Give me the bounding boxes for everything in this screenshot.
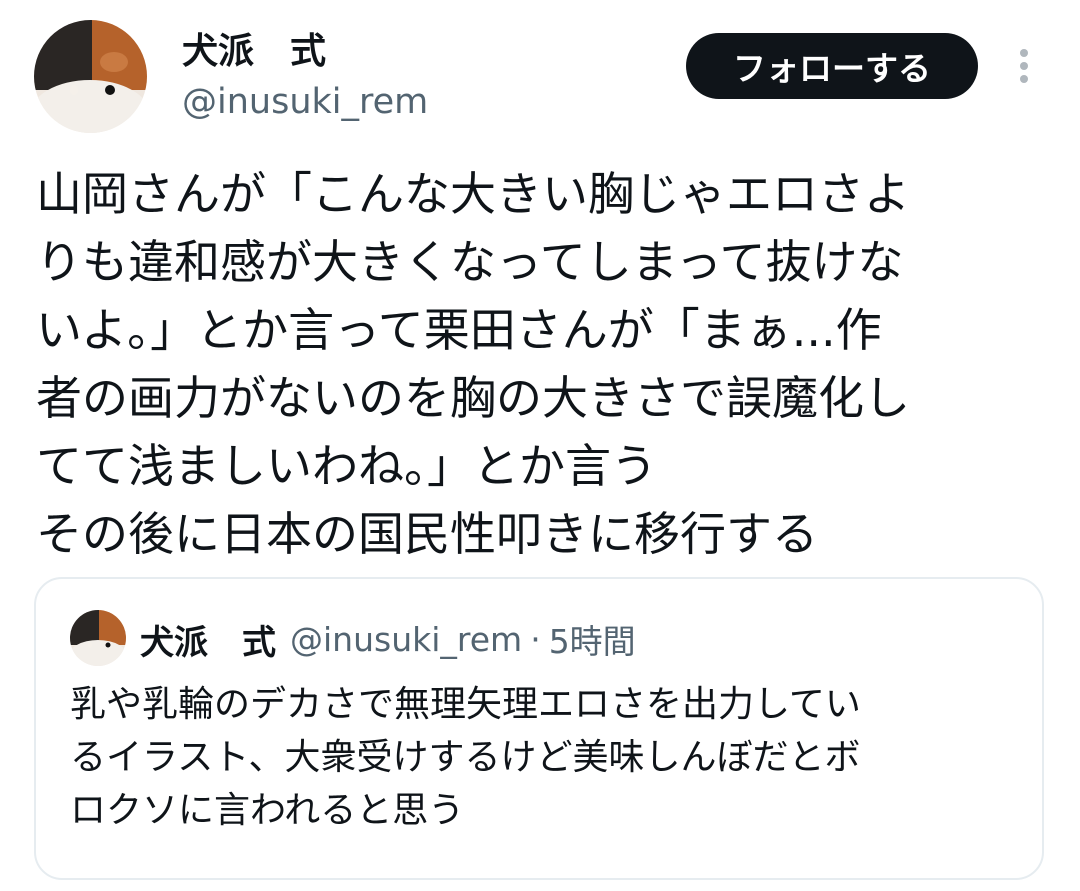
author-name[interactable]: 犬派 式: [182, 30, 326, 74]
quote-author-avatar[interactable]: [70, 610, 126, 666]
tweet-text: 山岡さんが「こんな大きい胸じゃエロさよ りも違和感が大きくなってしまって抜けな …: [36, 160, 1036, 568]
follow-button[interactable]: フォローする: [686, 33, 978, 99]
quote-line: ロクソに言われると思う: [70, 790, 465, 831]
calico-cat-avatar-icon: [34, 20, 147, 133]
author-avatar[interactable]: [34, 20, 147, 133]
tweet-line: 山岡さんが「こんな大きい胸じゃエロさよ: [36, 167, 910, 221]
quote-text: 乳や乳輪のデカさで無理矢理エロさを出力してい るイラスト、大衆受けするけど美味し…: [70, 678, 1030, 837]
more-options-button[interactable]: [1005, 44, 1043, 88]
quote-author-handle[interactable]: @inusuki_rem: [290, 620, 522, 659]
tweet-line: その後に日本の国民性叩きに移行する: [36, 507, 818, 561]
quote-line: るイラスト、大衆受けするけど美味しんぼだとボ: [70, 737, 861, 778]
author-handle[interactable]: @inusuki_rem: [182, 80, 428, 124]
tweet-line: いよ。」とか言って栗田さんが「まぁ...作: [36, 303, 882, 357]
quote-header: 犬派 式 @inusuki_rem · 5時間: [140, 615, 636, 664]
more-vertical-icon: [1020, 49, 1028, 83]
quote-line: 乳や乳輪のデカさで無理矢理エロさを出力してい: [70, 684, 861, 725]
tweet-line: りも違和感が大きくなってしまって抜けな: [36, 235, 904, 289]
quote-author-name[interactable]: 犬派 式: [140, 615, 276, 664]
tweet-line: てて浅ましいわね。」とか言う: [36, 439, 657, 493]
quote-timestamp[interactable]: 5時間: [549, 615, 636, 663]
separator-dot: ·: [530, 619, 541, 659]
tweet-line: 者の画力がないのを胸の大きさで誤魔化し: [36, 371, 910, 425]
quoted-tweet-card[interactable]: 犬派 式 @inusuki_rem · 5時間 乳や乳輪のデカさで無理矢理エロさ…: [34, 577, 1044, 880]
calico-cat-avatar-icon: [70, 610, 126, 666]
